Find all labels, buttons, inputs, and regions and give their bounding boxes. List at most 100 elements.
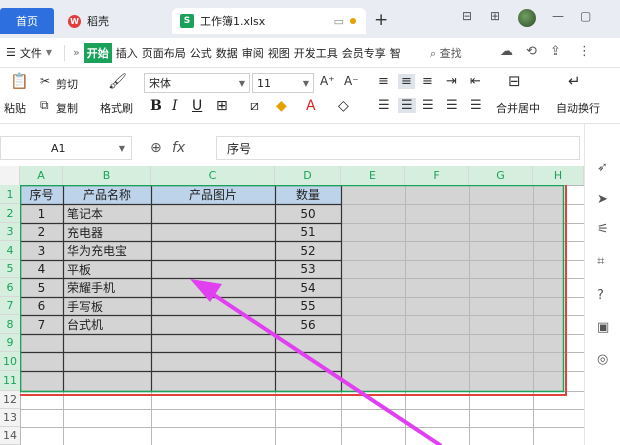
table-cell[interactable]: 荣耀手机 bbox=[63, 278, 151, 297]
fill-format-icon[interactable]: ⧄ bbox=[250, 98, 259, 114]
menu-review[interactable]: 审阅 bbox=[242, 45, 264, 61]
row-header-11[interactable]: 11 bbox=[0, 371, 20, 391]
scissors-icon[interactable]: ✂ bbox=[40, 74, 50, 88]
table-cell[interactable]: 充电器 bbox=[63, 223, 151, 241]
table-cell[interactable]: 2 bbox=[20, 223, 63, 241]
crop-icon[interactable]: ⌗ bbox=[597, 254, 604, 269]
align-left-icon[interactable]: ☰ bbox=[378, 98, 390, 113]
chevron-down-icon[interactable]: ▼ bbox=[46, 48, 52, 57]
help-icon[interactable]: ? bbox=[597, 288, 604, 303]
merge-center-button[interactable]: 合并居中 bbox=[496, 100, 540, 116]
menu-developer[interactable]: 开发工具 bbox=[294, 45, 338, 61]
menu-start[interactable]: 开始 bbox=[83, 42, 112, 63]
row-header-1[interactable]: 1 bbox=[0, 185, 20, 204]
tab-home[interactable]: 首页 bbox=[0, 8, 54, 34]
menu-view[interactable]: 视图 bbox=[268, 45, 290, 61]
row-header-7[interactable]: 7 bbox=[0, 297, 20, 315]
border-icon[interactable]: ⊞ bbox=[216, 98, 228, 114]
monitor-icon[interactable]: ▭ bbox=[334, 15, 344, 28]
name-box[interactable]: A1 ▼ bbox=[0, 136, 132, 160]
font-name-select[interactable]: 宋体 ▼ bbox=[144, 73, 250, 93]
row-header-12[interactable]: 12 bbox=[0, 391, 20, 409]
table-cell[interactable]: 54 bbox=[275, 278, 341, 297]
table-cell[interactable]: 52 bbox=[275, 241, 341, 260]
justify-icon[interactable]: ☰ bbox=[446, 98, 458, 113]
row-header-10[interactable]: 10 bbox=[0, 352, 20, 371]
align-middle-icon[interactable]: ≡ bbox=[398, 74, 415, 89]
table-cell[interactable]: 华为充电宝 bbox=[63, 241, 151, 260]
copy-button[interactable]: 复制 bbox=[56, 100, 78, 116]
select-all-corner[interactable] bbox=[0, 166, 20, 185]
align-bottom-icon[interactable]: ≡ bbox=[422, 74, 433, 89]
menu-insert[interactable]: 插入 bbox=[116, 45, 138, 61]
table-cell[interactable]: 7 bbox=[20, 315, 63, 334]
row-header-13[interactable]: 13 bbox=[0, 409, 20, 427]
italic-icon[interactable]: I bbox=[172, 98, 178, 114]
column-header-b[interactable]: B bbox=[63, 166, 151, 185]
tab-workbook[interactable]: S 工作簿1.xlsx ▭ bbox=[172, 8, 366, 34]
row-header-14[interactable]: 14 bbox=[0, 427, 20, 445]
align-right-icon[interactable]: ☰ bbox=[422, 98, 434, 113]
paste-icon[interactable]: 📋 bbox=[10, 72, 29, 90]
table-cell[interactable]: 56 bbox=[275, 315, 341, 334]
wrap-text-icon[interactable]: ↵ bbox=[568, 72, 581, 90]
more-icon[interactable]: » bbox=[73, 46, 80, 59]
row-header-9[interactable]: 9 bbox=[0, 334, 20, 352]
menu-page-layout[interactable]: 页面布局 bbox=[142, 45, 186, 61]
merge-icon[interactable]: ⊟ bbox=[508, 72, 521, 90]
increase-font-icon[interactable]: A⁺ bbox=[320, 74, 335, 88]
header-cell-product-image[interactable]: 产品图片 bbox=[151, 185, 275, 204]
header-cell-product-name[interactable]: 产品名称 bbox=[63, 185, 151, 204]
hamburger-icon[interactable]: ☰ bbox=[6, 46, 16, 59]
row-header-4[interactable]: 4 bbox=[0, 241, 20, 260]
row-header-5[interactable]: 5 bbox=[0, 260, 20, 278]
font-color-icon[interactable]: A bbox=[306, 98, 316, 114]
history-icon[interactable]: ⟲ bbox=[526, 44, 537, 59]
column-header-h[interactable]: H bbox=[533, 166, 584, 185]
outdent-icon[interactable]: ⇤ bbox=[470, 74, 481, 89]
minimize-button[interactable]: — bbox=[552, 9, 564, 23]
table-cell[interactable]: 53 bbox=[275, 260, 341, 278]
more-dots-icon[interactable]: ⋮ bbox=[578, 44, 591, 59]
column-header-e[interactable]: E bbox=[341, 166, 405, 185]
table-cell[interactable]: 55 bbox=[275, 297, 341, 315]
formula-input[interactable]: 序号 bbox=[216, 136, 580, 160]
menu-file[interactable]: 文件 bbox=[20, 45, 42, 61]
tab-docer[interactable]: W 稻壳 bbox=[60, 8, 168, 34]
column-header-g[interactable]: G bbox=[469, 166, 533, 185]
share-icon[interactable]: ⇪ bbox=[550, 44, 561, 59]
new-tab-button[interactable]: + bbox=[374, 10, 388, 30]
layout-icon[interactable]: ⊟ bbox=[462, 9, 472, 23]
table-cell[interactable]: 6 bbox=[20, 297, 63, 315]
header-cell-index[interactable]: 序号 bbox=[20, 185, 63, 204]
table-cell[interactable]: 50 bbox=[275, 204, 341, 223]
grid-view-icon[interactable]: ⊞ bbox=[490, 9, 500, 23]
settings-sliders-icon[interactable]: ⚟ bbox=[597, 222, 609, 237]
table-cell[interactable]: 4 bbox=[20, 260, 63, 278]
table-cell[interactable]: 笔记本 bbox=[63, 204, 151, 223]
copy-icon[interactable]: ⧉ bbox=[40, 98, 49, 113]
menu-formula[interactable]: 公式 bbox=[190, 45, 212, 61]
row-header-2[interactable]: 2 bbox=[0, 204, 20, 223]
row-header-3[interactable]: 3 bbox=[0, 223, 20, 241]
menu-data[interactable]: 数据 bbox=[216, 45, 238, 61]
table-cell[interactable]: 1 bbox=[20, 204, 63, 223]
cloud-icon[interactable]: ☁ bbox=[500, 44, 513, 59]
table-cell[interactable]: 5 bbox=[20, 278, 63, 297]
format-painter-icon[interactable]: 🖌 bbox=[108, 72, 127, 90]
column-header-a[interactable]: A bbox=[20, 166, 63, 185]
search-box[interactable]: ⌕ 查找 bbox=[430, 45, 462, 61]
column-header-c[interactable]: C bbox=[151, 166, 275, 185]
align-center-icon[interactable]: ☰ bbox=[398, 98, 416, 113]
restore-button[interactable]: ▢ bbox=[580, 9, 591, 23]
header-cell-quantity[interactable]: 数量 bbox=[275, 185, 341, 204]
format-painter-button[interactable]: 格式刷 bbox=[100, 100, 133, 116]
underline-icon[interactable]: U bbox=[192, 98, 202, 114]
column-header-f[interactable]: F bbox=[405, 166, 469, 185]
rocket-icon[interactable]: ➶ bbox=[597, 160, 608, 175]
decrease-font-icon[interactable]: A⁻ bbox=[344, 74, 359, 88]
align-top-icon[interactable]: ≡ bbox=[378, 74, 389, 89]
cut-button[interactable]: 剪切 bbox=[56, 76, 78, 92]
table-cell[interactable]: 平板 bbox=[63, 260, 151, 278]
avatar[interactable] bbox=[518, 9, 536, 27]
